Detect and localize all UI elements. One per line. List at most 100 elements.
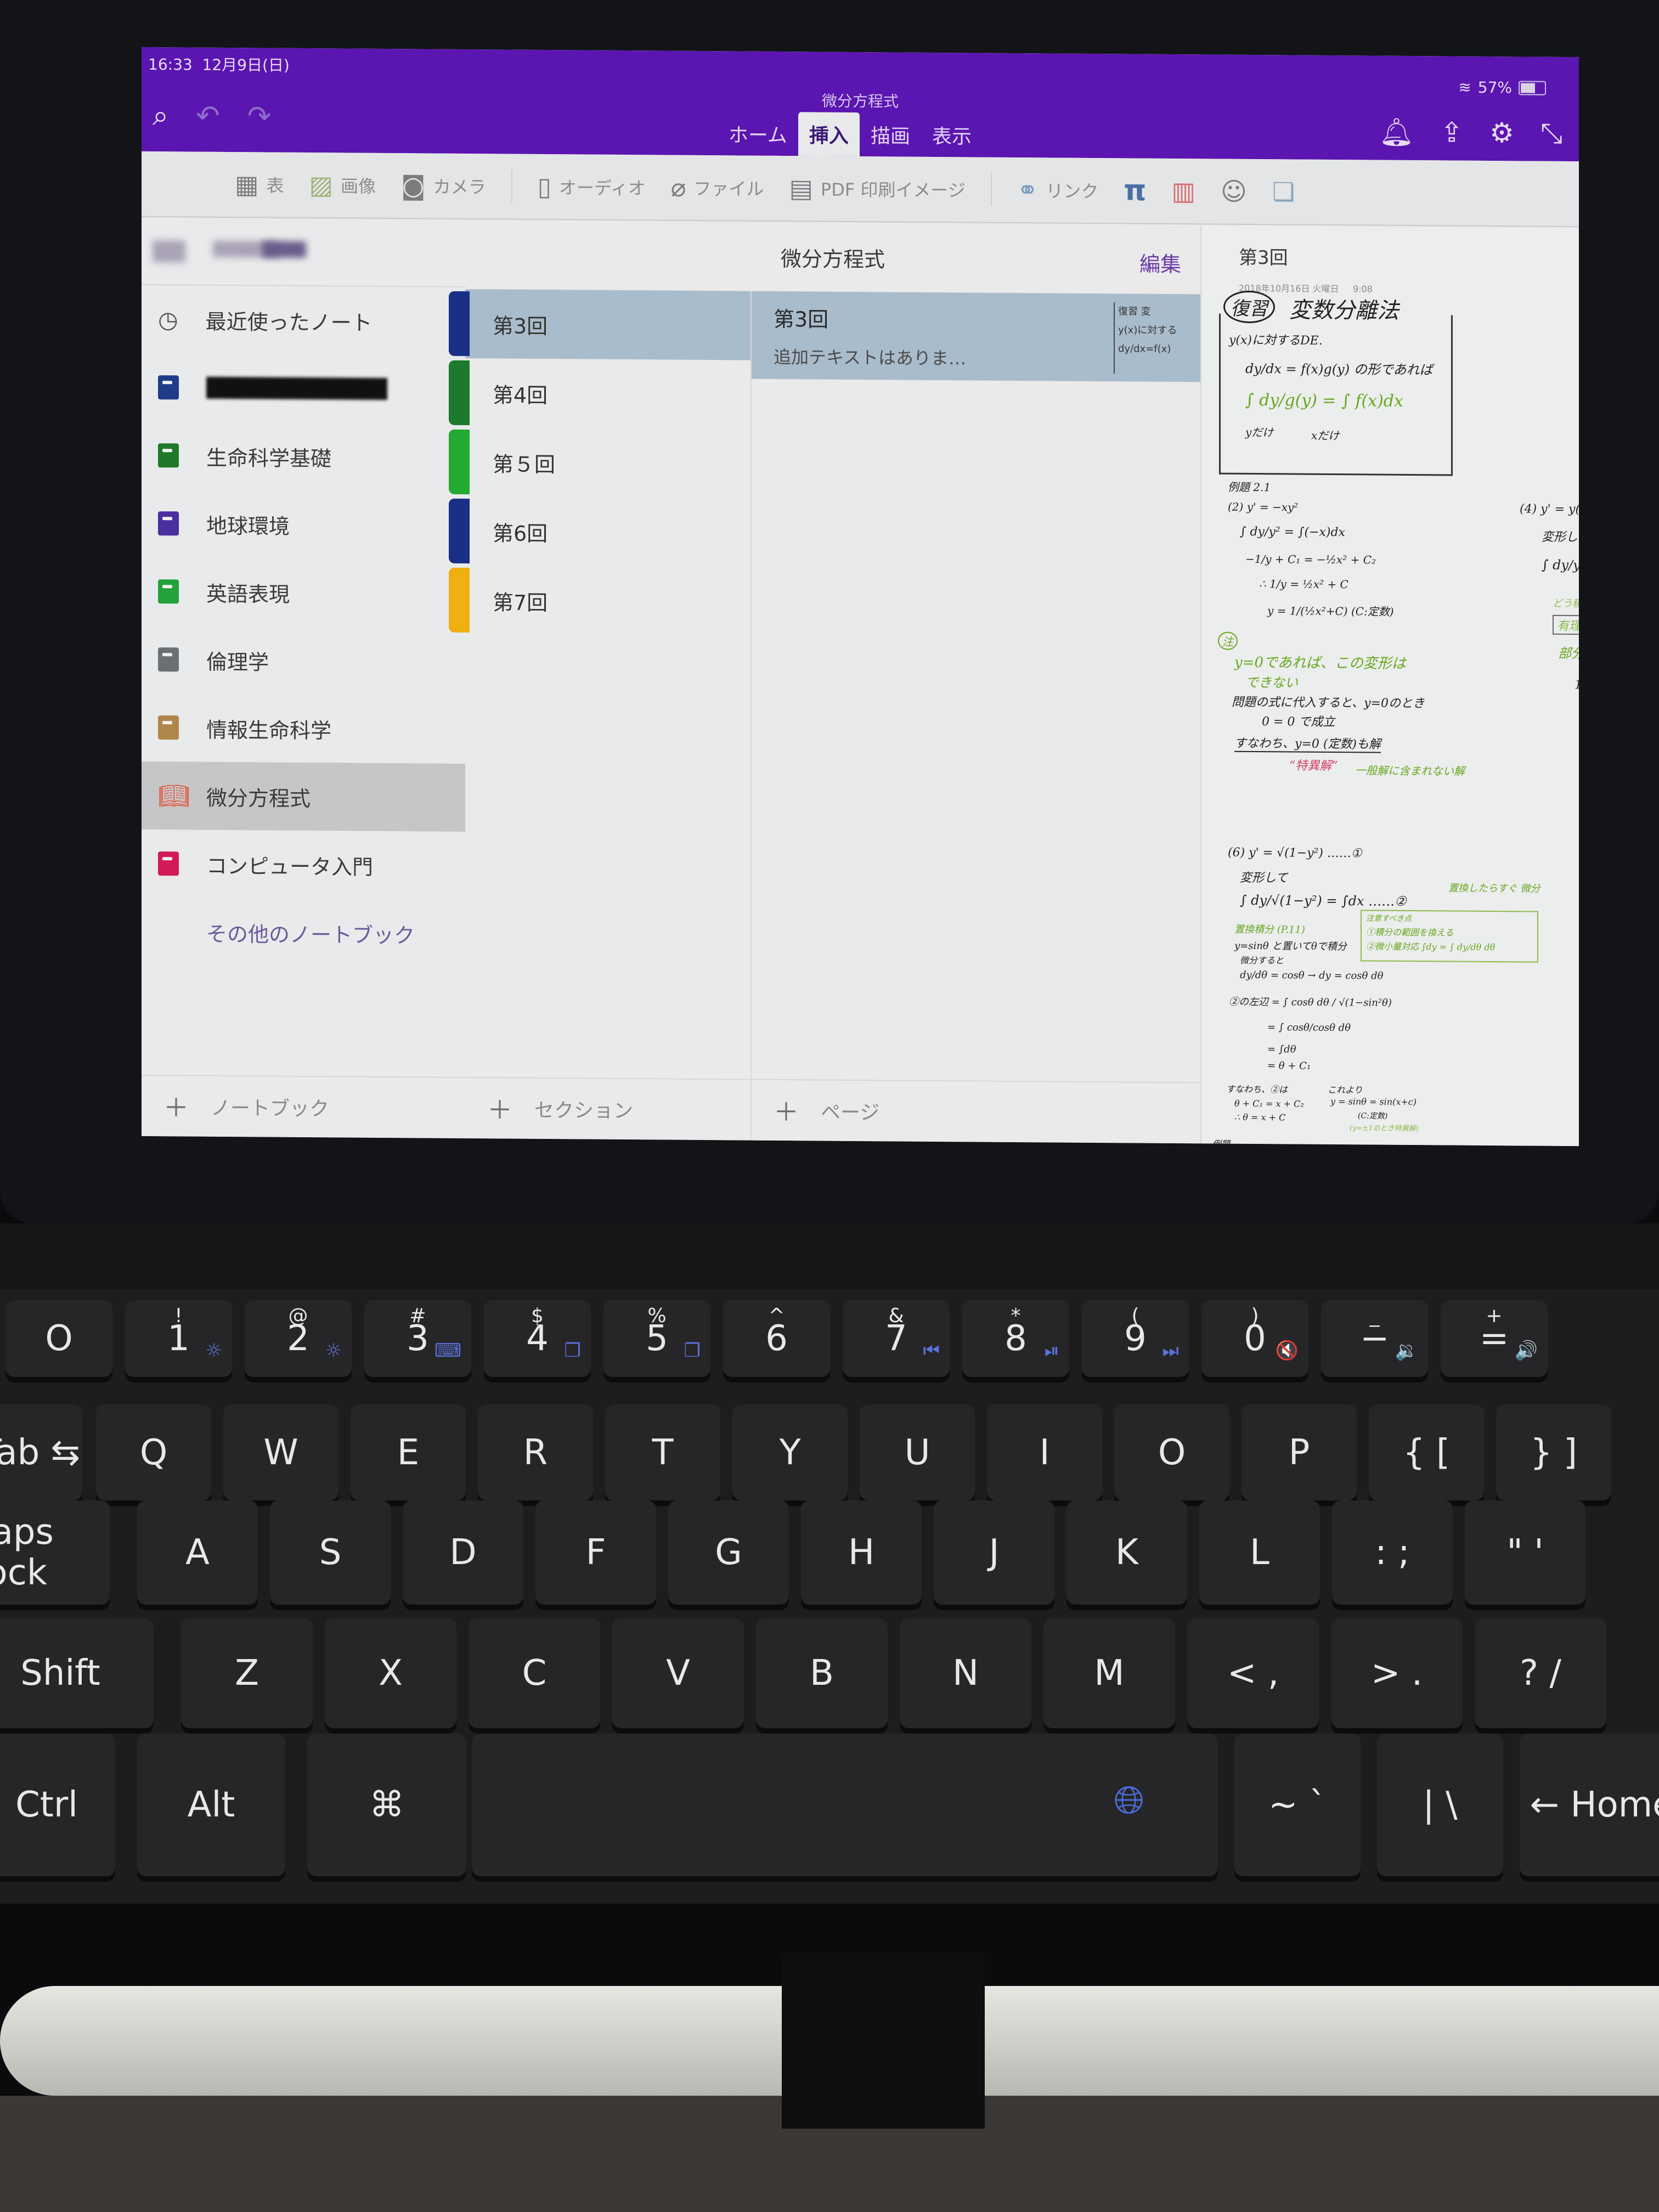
- key-esc[interactable]: O: [5, 1300, 112, 1377]
- key[interactable]: Alt: [137, 1734, 285, 1876]
- section-item[interactable]: 第3回: [449, 289, 751, 360]
- key-7[interactable]: 7 & ⏮: [843, 1300, 950, 1377]
- key[interactable]: L: [1199, 1500, 1320, 1605]
- add-notebook-button[interactable]: ＋ ノートブック: [142, 1074, 465, 1138]
- key[interactable]: W: [223, 1404, 338, 1500]
- tab-view[interactable]: 表示: [921, 121, 983, 157]
- notebook-item[interactable]: 英語表現: [142, 557, 465, 628]
- page-item[interactable]: 第3回 追加テキストはありま… 復習 変 y(x)に対する dy/dx=f(x): [752, 291, 1200, 382]
- key[interactable]: Q: [96, 1404, 211, 1500]
- key[interactable]: { [: [1369, 1404, 1484, 1500]
- key[interactable]: Z: [181, 1618, 313, 1728]
- key[interactable]: E: [351, 1404, 466, 1500]
- key[interactable]: : ;: [1332, 1500, 1453, 1605]
- key[interactable]: ~ `: [1234, 1734, 1361, 1876]
- key[interactable]: Shift: [0, 1618, 154, 1728]
- key[interactable]: Caps Lock: [0, 1500, 110, 1605]
- recent-notes-item[interactable]: ◷ 最近使ったノート: [142, 285, 465, 356]
- canvas-page-title[interactable]: 第3回: [1239, 242, 1288, 270]
- tab-draw[interactable]: 描画: [860, 120, 921, 157]
- insert-file-button[interactable]: ⌀ ファイル: [671, 173, 764, 203]
- sticker-icon[interactable]: ❏: [1272, 177, 1295, 206]
- key[interactable]: B: [756, 1618, 888, 1728]
- globe-icon[interactable]: 🌐︎: [1114, 1778, 1144, 1823]
- pi-equation-icon[interactable]: π: [1124, 174, 1146, 207]
- insert-audio-button[interactable]: ▯ オーディオ: [538, 172, 646, 202]
- key-9[interactable]: 9(⏭: [1082, 1300, 1189, 1377]
- key[interactable]: } ]: [1496, 1404, 1611, 1500]
- key-2[interactable]: 2 @ ☼: [245, 1300, 352, 1377]
- key-6[interactable]: 6 ^: [723, 1300, 830, 1377]
- key[interactable]: F: [535, 1500, 656, 1605]
- key-5[interactable]: 5% ❐: [603, 1300, 710, 1377]
- insert-camera-button[interactable]: ◙ カメラ: [401, 171, 486, 201]
- calendar-icon[interactable]: ▥: [1172, 176, 1195, 206]
- key[interactable]: ? /: [1475, 1618, 1606, 1728]
- key[interactable]: " ': [1465, 1500, 1585, 1605]
- section-item[interactable]: 第7回: [449, 566, 751, 637]
- search-icon[interactable]: ⌕: [153, 99, 168, 133]
- notebook-item[interactable]: 地球環境: [142, 489, 465, 560]
- key[interactable]: J: [934, 1500, 1054, 1605]
- key[interactable]: | \: [1377, 1734, 1503, 1876]
- key-−[interactable]: − _ 🔉: [1321, 1300, 1428, 1377]
- key[interactable]: H: [801, 1500, 922, 1605]
- bell-icon[interactable]: 🔔︎: [1379, 116, 1414, 149]
- add-section-button[interactable]: ＋ セクション: [465, 1076, 751, 1141]
- notebook-item[interactable]: 情報生命科学: [142, 693, 465, 764]
- key[interactable]: M: [1043, 1618, 1175, 1728]
- key[interactable]: A: [137, 1500, 258, 1605]
- key[interactable]: K: [1066, 1500, 1187, 1605]
- insert-image-button[interactable]: ▨ 画像: [309, 170, 375, 200]
- notebook-item[interactable]: コンピュータ入門: [142, 830, 465, 900]
- key[interactable]: P: [1242, 1404, 1357, 1500]
- key[interactable]: T: [605, 1404, 720, 1500]
- key-1[interactable]: 1! ☼: [125, 1300, 232, 1377]
- tab-insert[interactable]: 挿入: [798, 112, 860, 156]
- key[interactable]: ← Home: [1520, 1734, 1659, 1876]
- notebook-item[interactable]: 倫理学: [142, 625, 465, 696]
- redacted-notebook-item[interactable]: [142, 353, 465, 424]
- key[interactable]: N: [900, 1618, 1031, 1728]
- key[interactable]: X: [325, 1618, 456, 1728]
- tab-home[interactable]: ホーム: [718, 119, 798, 156]
- section-item[interactable]: 第５回: [449, 427, 751, 499]
- key[interactable]: G: [668, 1500, 789, 1605]
- edit-button[interactable]: 編集: [1139, 247, 1181, 278]
- section-item[interactable]: 第4回: [449, 358, 751, 430]
- emoji-icon[interactable]: ☺: [1221, 177, 1247, 206]
- key[interactable]: ⌘: [307, 1734, 466, 1876]
- key[interactable]: Y: [732, 1404, 848, 1500]
- key[interactable]: C: [469, 1618, 600, 1728]
- key-0[interactable]: 0) 🔇: [1201, 1300, 1308, 1377]
- key-3[interactable]: 3 # ⌨: [364, 1300, 471, 1377]
- more-notebooks-link[interactable]: その他のノートブック: [142, 898, 465, 968]
- key[interactable]: R: [478, 1404, 593, 1500]
- space-bar[interactable]: [472, 1734, 1218, 1876]
- key[interactable]: Ctrl: [0, 1734, 115, 1876]
- insert-link-button[interactable]: ⚭ リンク: [1017, 175, 1099, 205]
- key-8[interactable]: 8 * ⏯: [962, 1300, 1069, 1377]
- account-header[interactable]: [142, 218, 465, 287]
- key[interactable]: < ,: [1187, 1618, 1319, 1728]
- key[interactable]: O: [1114, 1404, 1229, 1500]
- key-=[interactable]: = + 🔊: [1441, 1300, 1548, 1377]
- key-4[interactable]: 4 $ ❐: [484, 1300, 591, 1377]
- insert-table-button[interactable]: ▦ 表: [235, 170, 284, 200]
- collapse-icon[interactable]: ⤡: [1541, 117, 1562, 150]
- notebook-item-active[interactable]: 📖︎ 微分方程式: [142, 761, 465, 832]
- insert-pdf-button[interactable]: ▤ PDF 印刷イメージ: [789, 173, 965, 204]
- key[interactable]: D: [403, 1500, 523, 1605]
- add-page-button[interactable]: ＋ ページ: [752, 1079, 1200, 1144]
- key[interactable]: V: [612, 1618, 744, 1728]
- gear-icon[interactable]: ⚙: [1489, 117, 1514, 149]
- note-canvas[interactable]: 第3回 2018年10月16日 火曜日 9:08 復習 変数分離法 y(x)に対…: [1200, 225, 1579, 1147]
- undo-icon[interactable]: ↶: [196, 100, 220, 133]
- key[interactable]: U: [860, 1404, 975, 1500]
- key[interactable]: S: [270, 1500, 391, 1605]
- key[interactable]: I: [987, 1404, 1102, 1500]
- key[interactable]: Tab ⇆: [0, 1404, 82, 1500]
- key[interactable]: > .: [1331, 1618, 1463, 1728]
- redo-icon[interactable]: ↷: [247, 100, 272, 133]
- section-item[interactable]: 第6回: [449, 496, 751, 568]
